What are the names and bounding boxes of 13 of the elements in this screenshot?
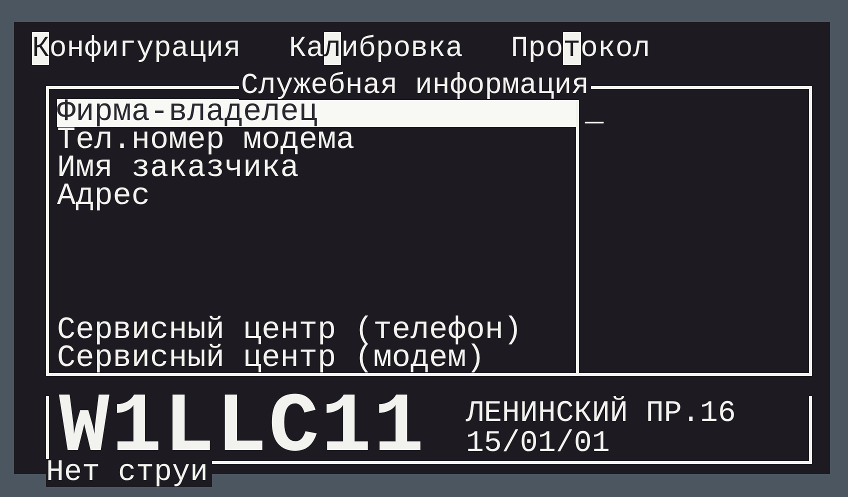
list-item[interactable]: Сервисный центр (модем)	[57, 345, 576, 373]
address-text: ЛЕНИНСКИЙ ПР.16	[466, 398, 736, 428]
panel-title: Служебная информация	[239, 72, 592, 100]
list-item[interactable]: Имя заказчика	[57, 155, 576, 183]
list-item[interactable]: Адрес	[57, 183, 576, 211]
list-item[interactable]: Тел.номер модема	[57, 127, 576, 155]
menu-item[interactable]: Протокол	[510, 34, 650, 64]
status-text: Нет струи	[46, 459, 212, 487]
menu-item[interactable]: Калибровка	[288, 34, 463, 64]
menu-item[interactable]: Конфигурация	[32, 34, 241, 64]
list-item[interactable]: Фирма-владелец	[57, 99, 576, 127]
date-text: 15/01/01	[466, 428, 611, 458]
list-item[interactable]: Сервисный центр (телефон)	[57, 317, 576, 345]
